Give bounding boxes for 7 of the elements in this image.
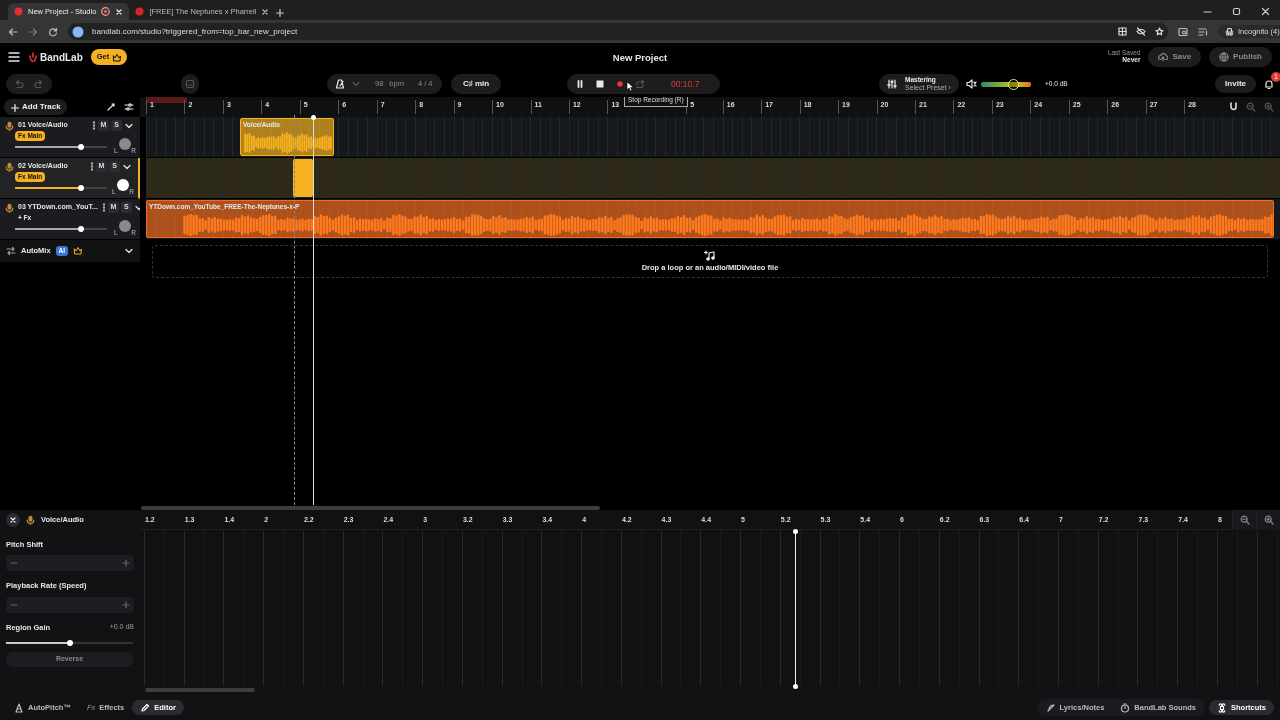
key-button[interactable]: C♯ min <box>451 74 501 94</box>
invite-button[interactable]: Invite <box>1215 75 1256 93</box>
address-bar[interactable]: bandlab.com/studio?triggered_from=top_bar_new_project <box>68 23 1168 40</box>
project-title: New Project <box>612 51 668 65</box>
add-track-button[interactable]: Add Track <box>4 99 67 115</box>
time-display: 00:10.7 <box>671 77 700 91</box>
logo[interactable]: BandLab <box>40 49 83 65</box>
